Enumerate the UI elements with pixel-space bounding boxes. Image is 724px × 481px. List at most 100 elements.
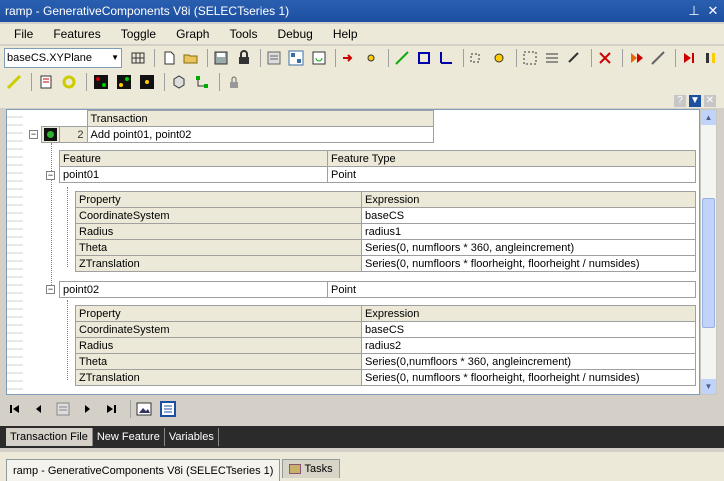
- transform-icon: [494, 53, 504, 63]
- step-into-button[interactable]: [340, 48, 359, 68]
- panel-tab-strip: Transaction File New Feature Variables: [0, 426, 724, 448]
- node-graph-icon: [94, 75, 108, 89]
- transaction-label[interactable]: Add point01, point02: [86, 126, 434, 143]
- window-title: ramp - GenerativeComponents V8i (SELECTs…: [5, 4, 290, 18]
- capture-image-button[interactable]: [135, 400, 153, 418]
- toolbar-separator: [86, 73, 87, 91]
- refresh-button[interactable]: [309, 48, 328, 68]
- collapse-icon[interactable]: −: [46, 285, 55, 294]
- step-arrow-icon: [343, 54, 353, 62]
- scroll-thumb[interactable]: [702, 198, 715, 328]
- pause-button[interactable]: [702, 48, 721, 68]
- symbolic-view-button[interactable]: [287, 48, 306, 68]
- grid-plane-button[interactable]: [128, 48, 147, 68]
- previous-transaction-button[interactable]: [30, 400, 48, 418]
- align-button[interactable]: [543, 48, 562, 68]
- task-tab-tasks[interactable]: Tasks: [282, 459, 340, 478]
- property-expression[interactable]: baseCS: [361, 207, 696, 224]
- menu-graph[interactable]: Graph: [166, 24, 219, 44]
- delete-button[interactable]: [596, 48, 615, 68]
- feature-name[interactable]: point01: [59, 166, 328, 183]
- menu-file[interactable]: File: [4, 24, 43, 44]
- delete-icon: [599, 52, 612, 64]
- export-icon: [568, 52, 580, 63]
- property-name: Radius: [75, 223, 362, 240]
- property-expression[interactable]: radius2: [361, 337, 696, 354]
- panel-close-button[interactable]: ✕: [704, 95, 716, 107]
- property-expression[interactable]: Series(0, numfloors * 360, angleincremen…: [361, 239, 696, 256]
- symbolic-graph-icon: [288, 50, 304, 66]
- property-expression[interactable]: baseCS: [361, 321, 696, 338]
- move-icon: [523, 51, 537, 65]
- next-transaction-button[interactable]: [78, 400, 96, 418]
- feature-name[interactable]: point02: [59, 281, 328, 298]
- scroll-up-icon[interactable]: ▲: [701, 110, 716, 125]
- feature-type[interactable]: Point: [327, 281, 696, 298]
- measure-button[interactable]: [4, 72, 24, 92]
- play-button[interactable]: [627, 48, 646, 68]
- help-button[interactable]: ?: [674, 95, 686, 107]
- ruler-icon: [6, 74, 22, 90]
- dependency-button[interactable]: [114, 72, 134, 92]
- tab-variables[interactable]: Variables: [165, 428, 219, 446]
- property-expression[interactable]: Series(0, numfloors * floorheight, floor…: [361, 369, 696, 386]
- close-button[interactable]: ✕: [705, 3, 721, 19]
- menu-features[interactable]: Features: [43, 24, 110, 44]
- transform-button[interactable]: [490, 48, 509, 68]
- export-button[interactable]: [565, 48, 584, 68]
- task-tab-ramp[interactable]: ramp - GenerativeComponents V8i (SELECTs…: [6, 459, 281, 481]
- property-expression[interactable]: Series(0,numfloors * 360, angleincrement…: [361, 353, 696, 370]
- tab-new-feature[interactable]: New Feature: [93, 428, 165, 446]
- solid-button[interactable]: [169, 72, 189, 92]
- skip-first-icon: [10, 405, 19, 413]
- pen-button[interactable]: [649, 48, 668, 68]
- print-script-button[interactable]: [159, 400, 177, 418]
- point-button[interactable]: [362, 48, 381, 68]
- move-button[interactable]: [521, 48, 540, 68]
- cycle-button[interactable]: [59, 72, 79, 92]
- collapse-icon[interactable]: −: [29, 129, 38, 139]
- property-expression[interactable]: Series(0, numfloors * floorheight, floor…: [361, 255, 696, 272]
- save-icon: [214, 51, 228, 65]
- tab-transaction-file[interactable]: Transaction File: [6, 428, 93, 446]
- coordinate-system-button[interactable]: [437, 48, 456, 68]
- feature-type[interactable]: Point: [327, 166, 696, 183]
- transaction-status-cell[interactable]: [40, 126, 60, 143]
- property-name: CoordinateSystem: [75, 207, 362, 224]
- last-transaction-button[interactable]: [102, 400, 120, 418]
- save-button[interactable]: [212, 48, 231, 68]
- plane-button[interactable]: [415, 48, 434, 68]
- menu-debug[interactable]: Debug: [267, 24, 322, 44]
- property-column-header: Property: [75, 305, 362, 322]
- menu-bar: File Features Toggle Graph Tools Debug H…: [0, 24, 724, 44]
- chevron-down-icon[interactable]: ▼: [109, 49, 121, 67]
- new-button[interactable]: [159, 48, 178, 68]
- run-button[interactable]: [680, 48, 699, 68]
- first-transaction-button[interactable]: [6, 400, 24, 418]
- graph-node-button[interactable]: [91, 72, 111, 92]
- pin-button[interactable]: ⊥: [686, 3, 702, 19]
- panel-dropdown-button[interactable]: ▼: [689, 95, 701, 107]
- copy-button[interactable]: [468, 48, 487, 68]
- lock-button[interactable]: [224, 72, 244, 92]
- toggle-transaction-button[interactable]: [54, 400, 72, 418]
- vertical-scrollbar[interactable]: ▲ ▼: [700, 109, 717, 395]
- graph-layout-button[interactable]: [137, 72, 157, 92]
- property-expression[interactable]: radius1: [361, 223, 696, 240]
- tree-connector: [67, 300, 68, 380]
- script-button[interactable]: [265, 48, 284, 68]
- menu-tools[interactable]: Tools: [219, 24, 267, 44]
- open-button[interactable]: [181, 48, 200, 68]
- line-button[interactable]: [393, 48, 412, 68]
- toolbar-main: baseCS.XYPlane ▼: [0, 46, 724, 70]
- transaction-table: Transaction − 2 Add point01, point02: [25, 110, 434, 143]
- feature-tree-button[interactable]: [192, 72, 212, 92]
- menu-help[interactable]: Help: [323, 24, 368, 44]
- scroll-down-icon[interactable]: ▼: [701, 379, 716, 394]
- plane-combo[interactable]: baseCS.XYPlane ▼: [4, 48, 123, 68]
- report-button[interactable]: [36, 72, 56, 92]
- save-lock-button[interactable]: [234, 48, 253, 68]
- menu-toggle[interactable]: Toggle: [111, 24, 166, 44]
- collapse-icon[interactable]: −: [46, 171, 55, 180]
- spacer-cell: [41, 111, 59, 127]
